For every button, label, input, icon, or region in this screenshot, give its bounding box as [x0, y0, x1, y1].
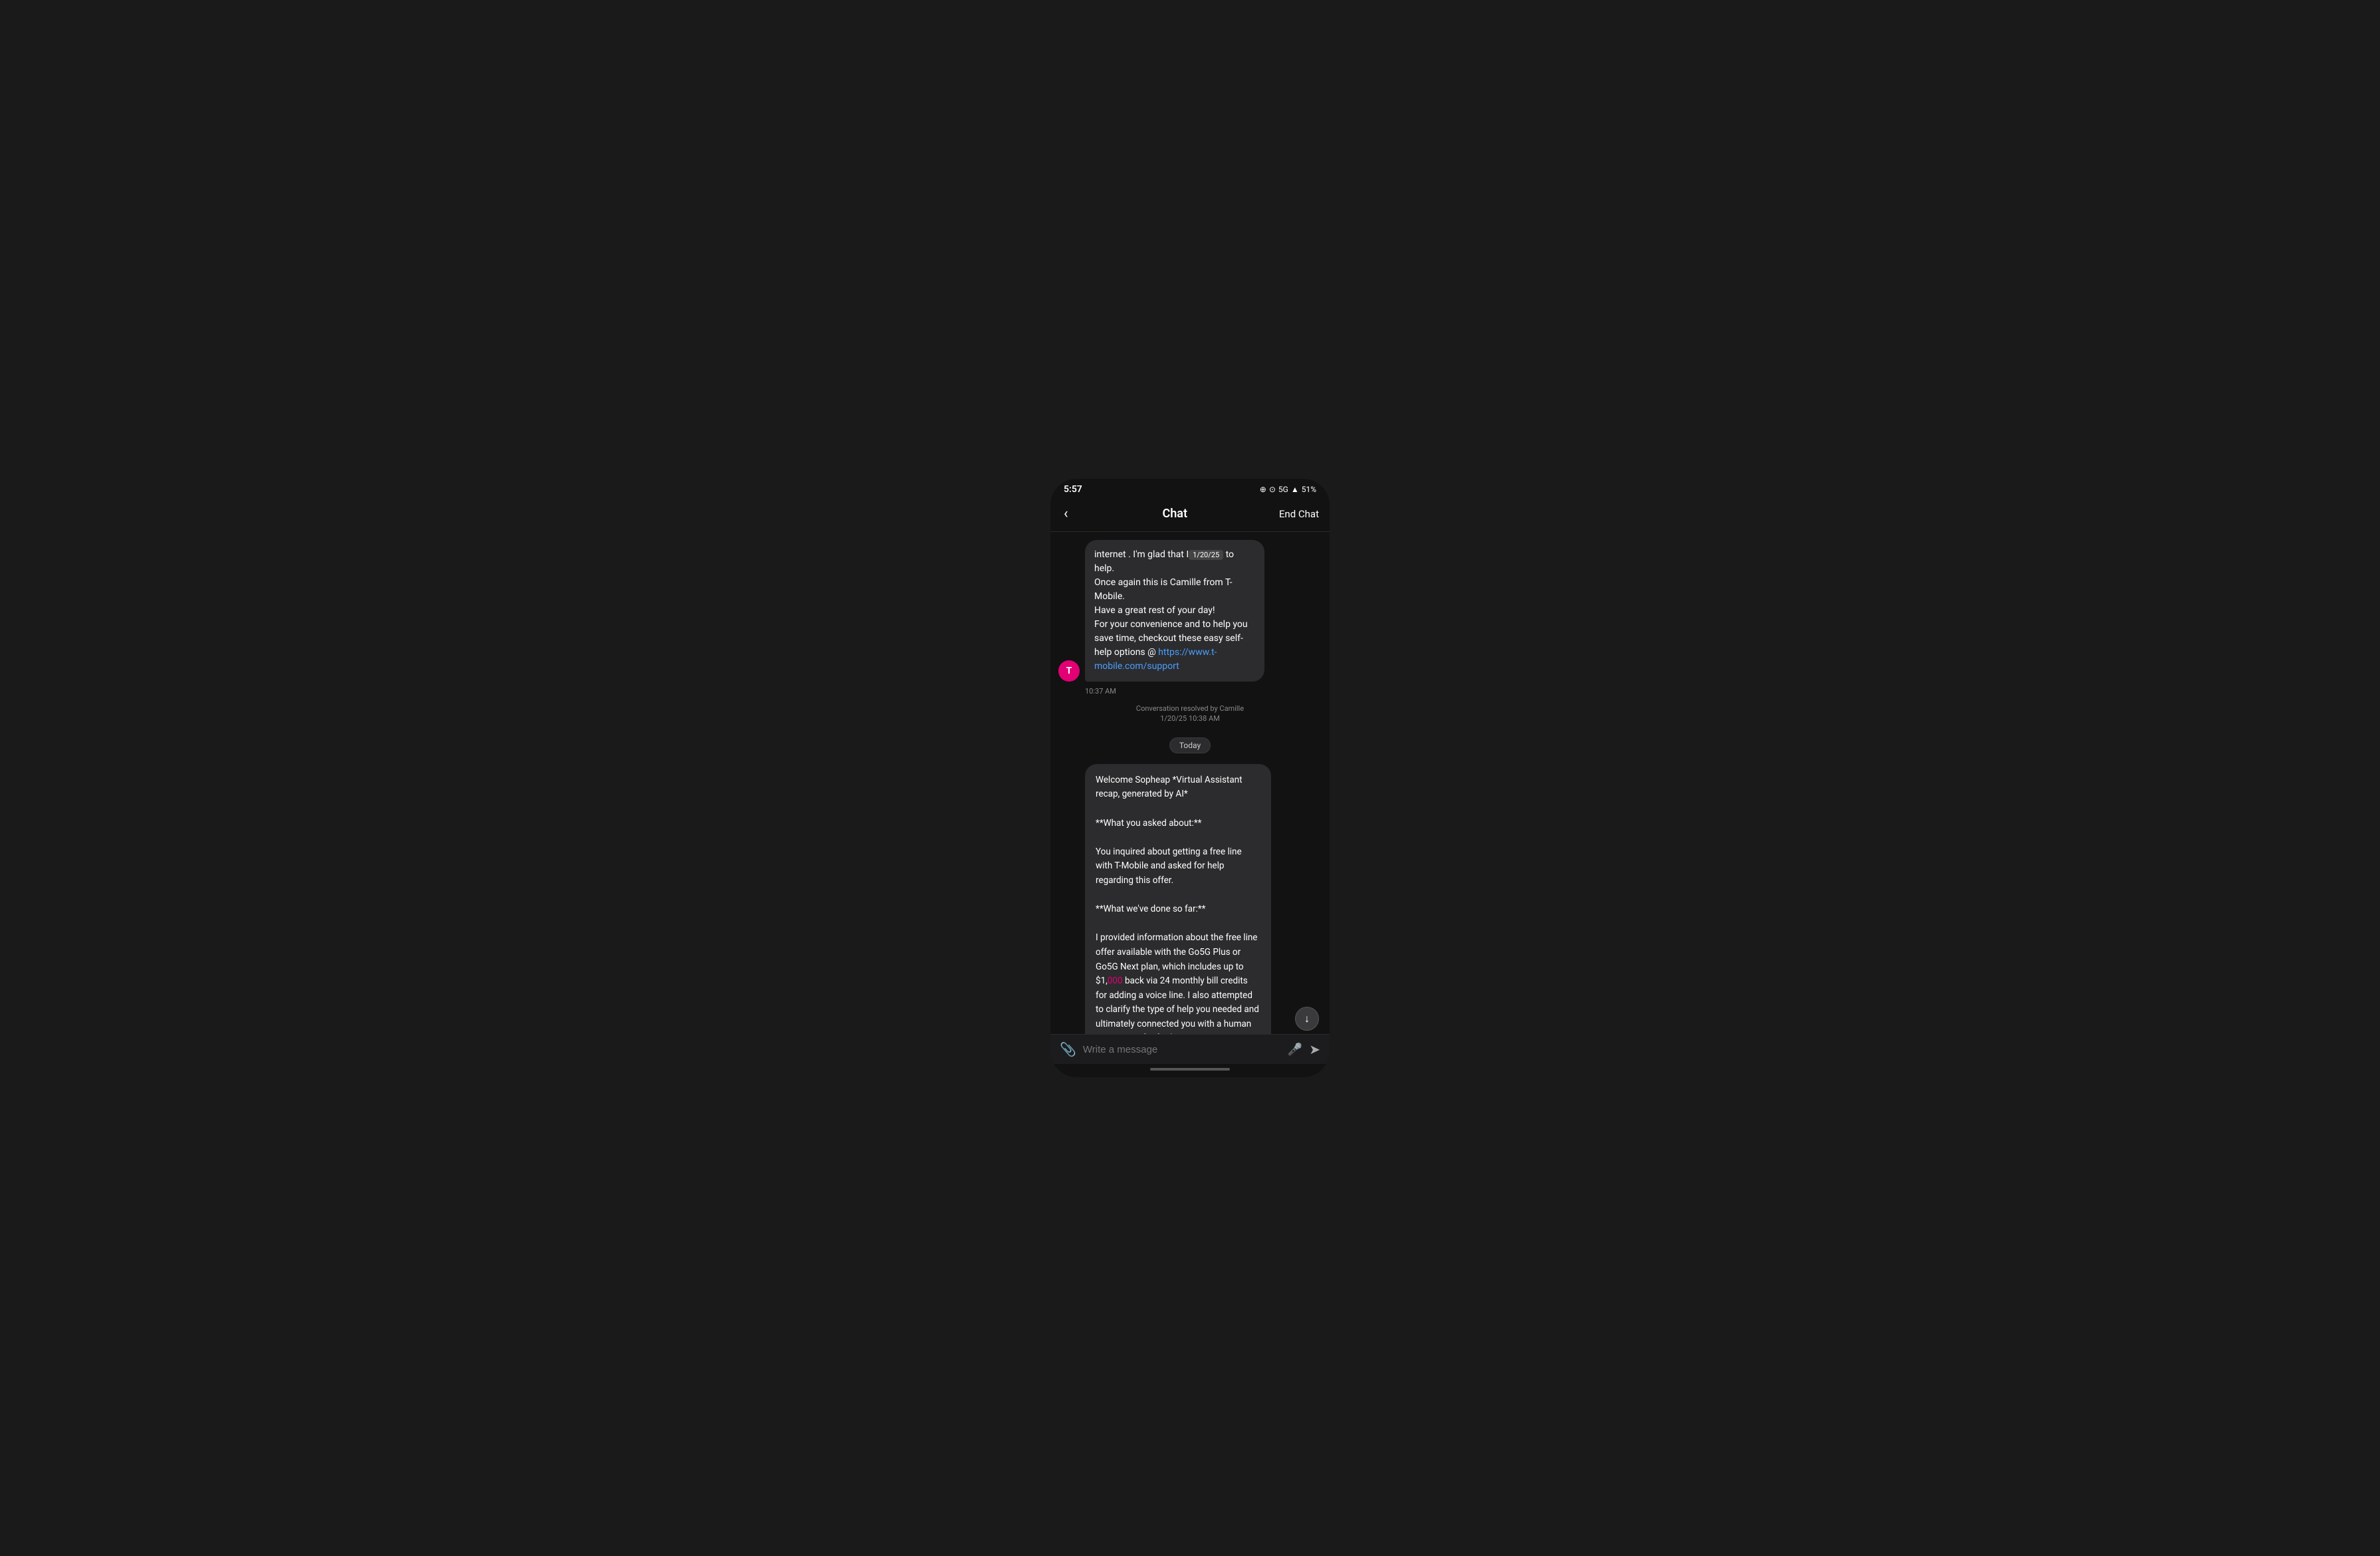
date-badge: Today	[1169, 737, 1211, 753]
input-area: 📎 🎤 ➤	[1050, 1034, 1330, 1064]
prev-message-time: 10:37 AM	[1085, 687, 1322, 696]
prev-date-highlight: 1/20/25	[1189, 550, 1223, 560]
send-button[interactable]: ➤	[1309, 1041, 1320, 1057]
back-button[interactable]: ‹	[1061, 503, 1071, 525]
status-right: ⊕ ⊙ 5G ▲ 51%	[1260, 485, 1316, 494]
ai-message-bubble: Welcome Sopheap *Virtual Assistant recap…	[1085, 764, 1271, 1034]
end-chat-button[interactable]: End Chat	[1279, 508, 1319, 520]
ai-line4: **What we've done so far:**	[1096, 902, 1260, 917]
chat-area[interactable]: T internet . I'm glad that I1/20/25 to h…	[1050, 532, 1330, 1034]
system-line1: Conversation resolved by Camille	[1136, 704, 1244, 713]
home-bar	[1150, 1068, 1230, 1071]
ai-message-group: T Welcome Sopheap *Virtual Assistant rec…	[1058, 759, 1322, 1034]
settings-icon: ⊙	[1269, 485, 1276, 494]
date-separator: Today	[1058, 729, 1322, 759]
avatar: T	[1058, 660, 1080, 682]
ai-line2: **What you asked about:**	[1096, 817, 1260, 831]
scroll-down-button[interactable]: ↓	[1295, 1007, 1319, 1031]
phone-container: 5:57 ⊕ ⊙ 5G ▲ 51% ‹ Chat End Chat T inte…	[1050, 479, 1330, 1077]
status-bar: 5:57 ⊕ ⊙ 5G ▲ 51%	[1050, 479, 1330, 497]
attach-button[interactable]: 📎	[1060, 1041, 1076, 1057]
ai-line3: You inquired about getting a free line w…	[1096, 845, 1260, 888]
ai-line5-container: I provided information about the free li…	[1096, 931, 1260, 1034]
voice-button[interactable]: 🎤	[1288, 1043, 1302, 1057]
chevron-down-icon: ↓	[1304, 1012, 1310, 1025]
home-indicator	[1050, 1064, 1330, 1077]
system-message: Conversation resolved by Camille 1/20/25…	[1058, 701, 1322, 729]
prev-message-bubble: internet . I'm glad that I1/20/25 to hel…	[1085, 540, 1264, 682]
header-title: Chat	[1162, 507, 1187, 521]
system-line2: 1/20/25 10:38 AM	[1160, 714, 1220, 723]
prev-text4: Have a great rest of your day!	[1094, 605, 1215, 616]
network-label: 5G	[1278, 485, 1288, 494]
message-input[interactable]	[1083, 1044, 1281, 1055]
ai-highlight: 000	[1108, 975, 1123, 986]
prev-text3: Once again this is Camille from T-Mobile…	[1094, 577, 1232, 602]
ai-line1: Welcome Sopheap *Virtual Assistant recap…	[1096, 773, 1260, 802]
battery-label: 51%	[1302, 485, 1316, 494]
status-time: 5:57	[1064, 484, 1082, 495]
chat-header: ‹ Chat End Chat	[1050, 497, 1330, 532]
signal-icon: ▲	[1291, 485, 1299, 494]
prev-message-group: T internet . I'm glad that I1/20/25 to h…	[1058, 532, 1322, 684]
wifi-icon: ⊕	[1260, 485, 1266, 494]
prev-text1: internet . I'm glad that I	[1094, 549, 1189, 560]
